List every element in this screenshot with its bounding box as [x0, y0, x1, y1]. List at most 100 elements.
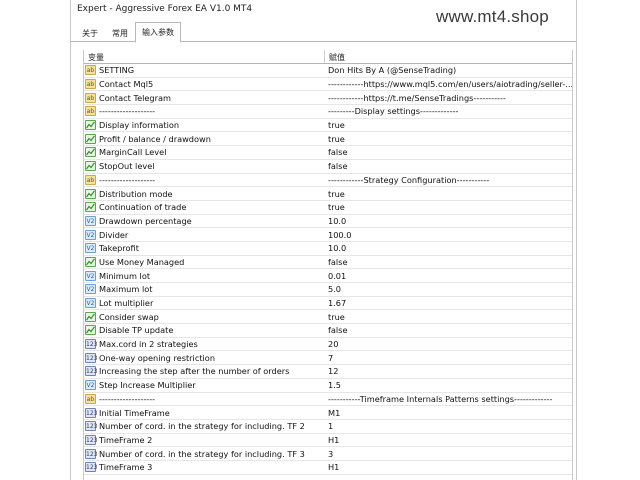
- column-header-variable[interactable]: 变量: [84, 50, 325, 63]
- table-row[interactable]: 123 Increasing the step after the number …: [84, 365, 572, 379]
- value-cell[interactable]: ---------Display settings-------------: [325, 105, 572, 118]
- variable-cell: ab Contact Mql5: [84, 78, 325, 91]
- value-cell[interactable]: ------------https://www.mql5.com/en/user…: [325, 78, 572, 91]
- tab-common[interactable]: 常用: [106, 24, 134, 42]
- variable-name: Initial TimeFrame: [99, 407, 170, 418]
- variable-cell: V2 Minimum lot: [84, 269, 325, 282]
- value-cell[interactable]: -----------Timeframe Internals Patterns …: [325, 393, 572, 406]
- table-row[interactable]: ab Contact Mql5 ------------https://www.mq…: [84, 78, 572, 92]
- string-type-icon: ab: [85, 106, 96, 117]
- value-cell[interactable]: false: [325, 324, 572, 337]
- variable-name: One-way opening restriction: [99, 352, 216, 363]
- value-cell[interactable]: 7: [325, 351, 572, 364]
- value-cell[interactable]: ------------https://t.me/SenseTradings--…: [325, 91, 572, 104]
- string-type-icon: ab: [85, 174, 96, 185]
- table-row[interactable]: Profit / balance / drawdown true: [84, 132, 572, 147]
- table-row[interactable]: Disable TP update false: [84, 324, 572, 338]
- bool-type-icon: [85, 202, 96, 213]
- variable-name: TimeFrame 2: [99, 434, 153, 445]
- column-header-value[interactable]: 赋值: [325, 50, 345, 63]
- table-row[interactable]: V2 Step Increase Multiplier 1.5: [84, 379, 572, 393]
- value-cell[interactable]: true: [325, 310, 572, 323]
- table-row[interactable]: MarginCall Level false: [84, 146, 572, 160]
- integer-type-icon: 123: [85, 448, 98, 459]
- table-row[interactable]: V2 Maximum lot 5.0: [84, 283, 572, 297]
- table-row[interactable]: 123 TimeFrame 2 H1: [84, 434, 572, 448]
- table-row[interactable]: Consider swap true: [84, 310, 572, 325]
- table-row[interactable]: 123 TimeFrame 3 H1: [84, 461, 572, 475]
- variable-name: -------------------: [99, 174, 156, 185]
- table-row[interactable]: Distribution mode true: [84, 187, 572, 201]
- variable-name: Number of cord. in the strategy for incl…: [99, 421, 305, 432]
- value-cell[interactable]: 20: [325, 338, 572, 351]
- table-row[interactable]: 123 Initial TimeFrame M1: [84, 406, 572, 420]
- variable-cell: 123 One-way opening restriction: [84, 351, 325, 364]
- value-cell[interactable]: 10.0: [325, 215, 572, 228]
- double-type-icon: V2: [85, 229, 96, 240]
- value-cell[interactable]: true: [325, 201, 572, 214]
- table-row[interactable]: V2 Divider 100.0: [84, 228, 572, 242]
- tab-inputs[interactable]: 输入参数: [135, 22, 181, 43]
- table-row[interactable]: ab ------------------- -----------Timefram…: [84, 393, 572, 407]
- integer-type-icon: 123: [85, 421, 98, 432]
- variable-name: MarginCall Level: [99, 147, 167, 158]
- value-cell[interactable]: 100.0: [325, 228, 572, 241]
- value-cell[interactable]: false: [325, 256, 572, 269]
- variable-cell: Use Money Managed: [84, 256, 325, 269]
- table-row[interactable]: Continuation of trade true: [84, 201, 572, 215]
- table-row[interactable]: ab ------------------- ---------Display se…: [84, 105, 572, 119]
- integer-type-icon: 123: [85, 407, 98, 418]
- variable-name: Takeprofit: [99, 243, 139, 254]
- variable-cell: 123 Max.cord in 2 strategies: [84, 338, 325, 351]
- table-row[interactable]: V2 Drawdown percentage 10.0: [84, 215, 572, 229]
- grid-rows: ab SETTING Don Hits By A (@SenseTrading) ab…: [84, 64, 572, 475]
- value-cell[interactable]: true: [325, 187, 572, 200]
- variable-cell: Disable TP update: [84, 324, 325, 337]
- value-cell[interactable]: 1.5: [325, 379, 572, 392]
- table-row[interactable]: ab Contact Telegram ------------https://t.…: [84, 91, 572, 106]
- table-row[interactable]: 123 Max.cord in 2 strategies 20: [84, 338, 572, 352]
- variable-name: Continuation of trade: [99, 202, 187, 213]
- value-cell[interactable]: 1: [325, 420, 572, 433]
- table-row[interactable]: 123 Number of cord. in the strategy for i…: [84, 447, 572, 461]
- variable-cell: ab -------------------: [84, 105, 325, 118]
- value-cell[interactable]: 1.67: [325, 297, 572, 310]
- variable-cell: 123 TimeFrame 3: [84, 461, 325, 474]
- table-row[interactable]: V2 Lot multiplier 1.67: [84, 297, 572, 311]
- value-cell[interactable]: 12: [325, 365, 572, 378]
- variable-cell: 123 TimeFrame 2: [84, 434, 325, 447]
- table-row[interactable]: Display information true: [84, 119, 572, 133]
- value-cell[interactable]: M1: [325, 406, 572, 419]
- value-cell[interactable]: false: [325, 146, 572, 159]
- integer-type-icon: 123: [85, 462, 98, 473]
- variable-cell: V2 Step Increase Multiplier: [84, 379, 325, 392]
- tab-about[interactable]: 关于: [76, 24, 104, 42]
- value-cell[interactable]: 0.01: [325, 269, 572, 282]
- value-cell[interactable]: H1: [325, 434, 572, 447]
- variable-name: Display information: [99, 120, 180, 131]
- table-row[interactable]: 123 Number of cord. in the strategy for i…: [84, 420, 572, 434]
- bool-type-icon: [85, 133, 96, 144]
- variable-cell: V2 Divider: [84, 228, 325, 241]
- value-cell[interactable]: true: [325, 119, 572, 132]
- table-row[interactable]: ab SETTING Don Hits By A (@SenseTrading): [84, 64, 572, 78]
- value-cell[interactable]: ------------Strategy Configuration------…: [325, 174, 572, 187]
- string-type-icon: ab: [85, 79, 96, 90]
- variable-name: SETTING: [99, 65, 135, 76]
- value-cell[interactable]: 3: [325, 447, 572, 460]
- table-row[interactable]: V2 Takeprofit 10.0: [84, 242, 572, 256]
- variable-name: Consider swap: [99, 311, 159, 322]
- value-cell[interactable]: Don Hits By A (@SenseTrading): [325, 64, 572, 77]
- table-row[interactable]: ab ------------------- ------------Strateg…: [84, 174, 572, 188]
- table-row[interactable]: StopOut level false: [84, 160, 572, 174]
- value-cell[interactable]: 5.0: [325, 283, 572, 296]
- variable-cell: MarginCall Level: [84, 146, 325, 159]
- table-row[interactable]: Use Money Managed false: [84, 256, 572, 270]
- value-cell[interactable]: 10.0: [325, 242, 572, 255]
- value-cell[interactable]: true: [325, 132, 572, 145]
- table-row[interactable]: V2 Minimum lot 0.01: [84, 269, 572, 283]
- value-cell[interactable]: false: [325, 160, 572, 173]
- value-cell[interactable]: H1: [325, 461, 572, 474]
- bool-type-icon: [85, 311, 96, 322]
- table-row[interactable]: 123 One-way opening restriction 7: [84, 351, 572, 366]
